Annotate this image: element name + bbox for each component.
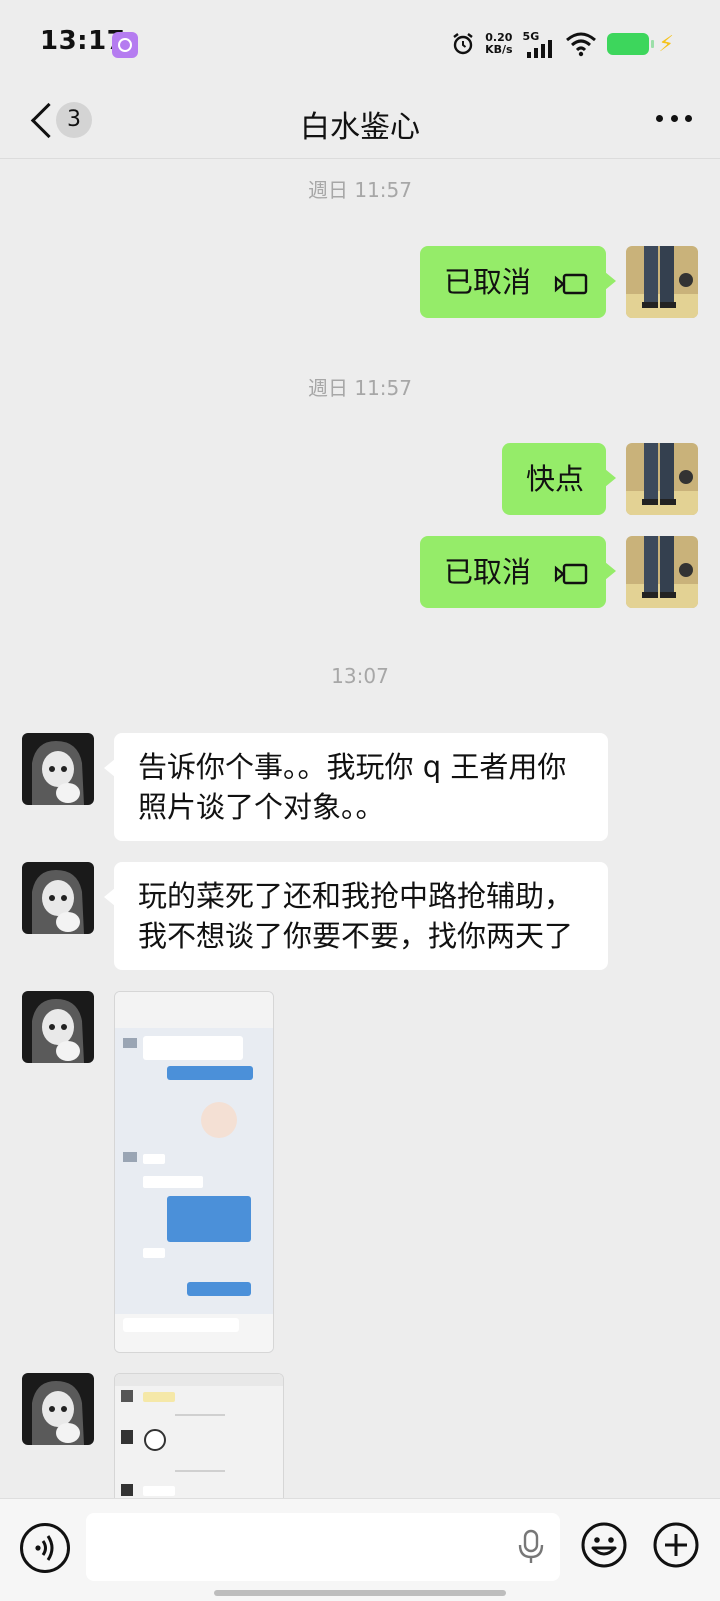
net-speed: 0.20 KB/s	[485, 32, 512, 56]
image-message-screenshot[interactable]	[114, 991, 274, 1353]
message-timestamp: 週日 11:57	[308, 178, 412, 202]
message-bubble-contact[interactable]: 玩的菜死了还和我抢中路抢辅助， 我不想谈了你要不要，找你两天了	[104, 862, 608, 970]
message-timestamp: 13:07	[331, 664, 389, 688]
avatar-self[interactable]	[626, 246, 698, 318]
app-notification-icon	[112, 32, 138, 58]
battery-icon	[606, 33, 654, 55]
more-options-button[interactable]	[656, 108, 692, 128]
status-bar: 13:17 0.20 KB/s 5G ⚡	[0, 0, 720, 88]
avatar-self[interactable]	[626, 443, 698, 515]
home-indicator[interactable]	[214, 1590, 506, 1596]
avatar-contact[interactable]	[22, 991, 94, 1063]
alarm-icon	[453, 33, 473, 55]
message-bubble-self[interactable]: 已取消	[420, 246, 616, 318]
avatar-contact[interactable]	[22, 733, 94, 805]
status-icons: 0.20 KB/s 5G ⚡	[451, 26, 674, 62]
charging-icon: ⚡	[658, 31, 674, 57]
message-bubble-self[interactable]: 快点	[502, 443, 616, 515]
message-text-line: 告诉你个事。。我玩你 q 王者用你	[138, 750, 567, 784]
input-bar	[0, 1498, 720, 1601]
message-input[interactable]	[86, 1513, 560, 1581]
video-call-icon	[555, 273, 588, 295]
more-dot	[670, 114, 678, 122]
chat-title: 白水鉴心	[300, 110, 420, 145]
message-text: 已取消	[444, 265, 532, 299]
message-text-line: 我不想谈了你要不要，找你两天了	[138, 919, 574, 953]
message-bubble-self[interactable]: 已取消	[420, 536, 616, 608]
message-bubble-contact[interactable]: 告诉你个事。。我玩你 q 王者用你 照片谈了个对象。。	[104, 733, 608, 841]
voice-icon	[35, 1535, 54, 1561]
message-timestamp: 週日 11:57	[308, 376, 412, 400]
microphone-icon[interactable]	[516, 1529, 546, 1565]
more-dot	[656, 114, 663, 122]
wifi-icon	[565, 32, 596, 57]
net-speed-unit: KB/s	[485, 43, 513, 56]
message-text-line: 照片谈了个对象。。	[138, 790, 385, 824]
avatar-contact[interactable]	[22, 1373, 94, 1445]
voice-input-button[interactable]	[20, 1523, 70, 1573]
cellular-signal-icon: 5G	[523, 30, 555, 58]
more-dot	[685, 114, 692, 122]
message-text: 快点	[526, 462, 585, 496]
avatar-contact[interactable]	[22, 862, 94, 934]
emoji-button[interactable]	[580, 1521, 628, 1569]
avatar-self[interactable]	[626, 536, 698, 608]
message-text: 已取消	[444, 555, 532, 589]
video-call-icon	[555, 563, 588, 585]
image-message-screenshot[interactable]	[114, 1373, 284, 1499]
chat-header: 3 白水鉴心	[0, 88, 720, 159]
message-text-line: 玩的菜死了还和我抢中路抢辅助，	[138, 879, 574, 913]
add-attachment-button[interactable]	[652, 1521, 700, 1569]
